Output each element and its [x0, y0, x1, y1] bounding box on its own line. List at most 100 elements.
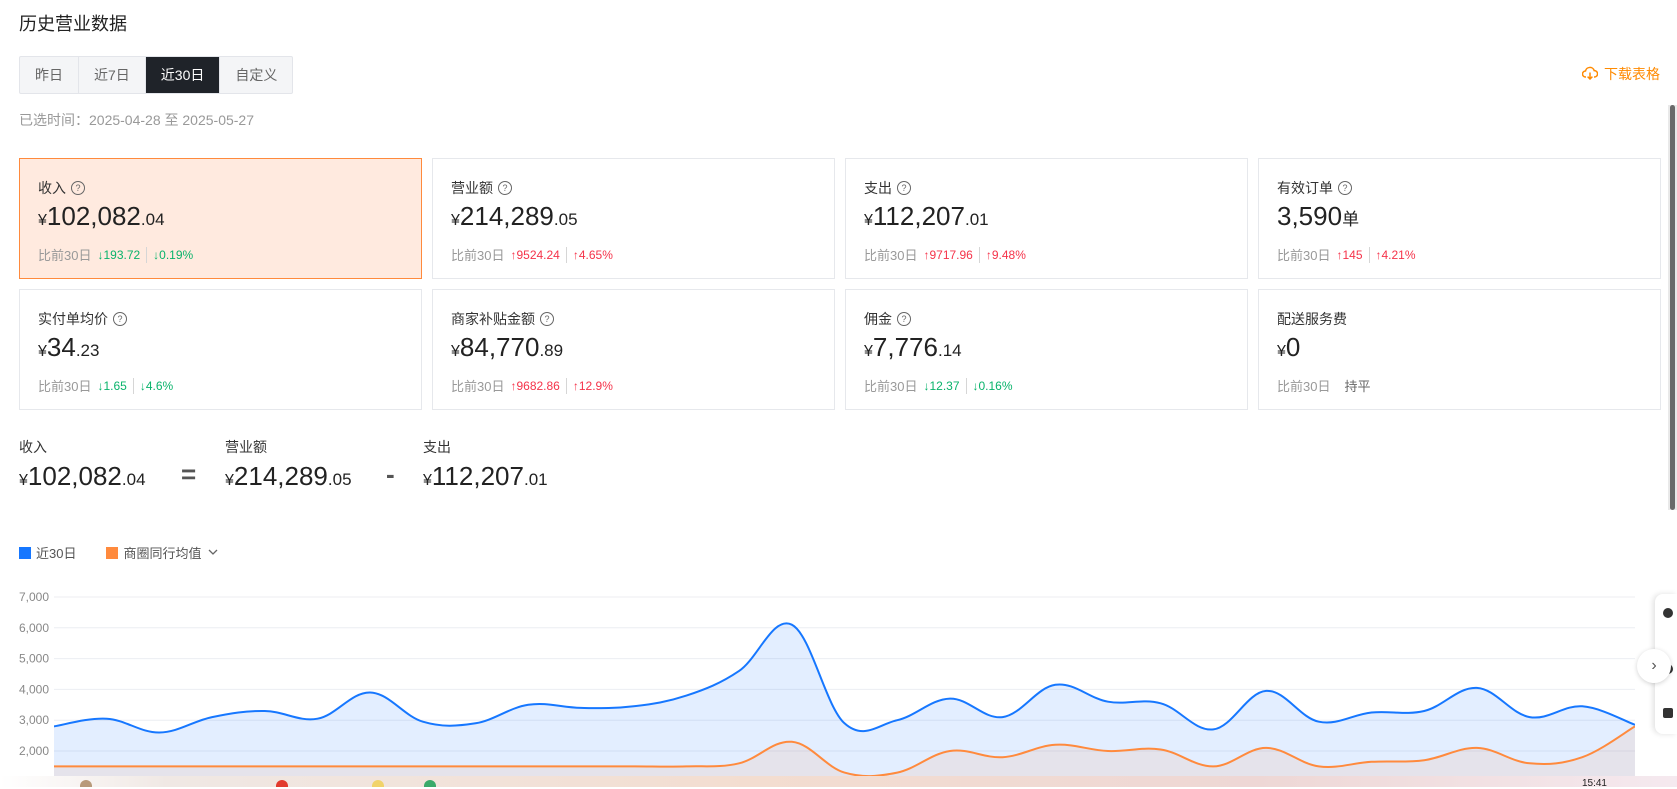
trend-chart: 7,000 6,000 5,000 4,000 3,000 2,000 [19, 590, 1635, 776]
formula-revenue-label: 营业额 [225, 439, 267, 455]
metric-label: 支出? [864, 178, 911, 198]
legend-item-last-30-days[interactable]: 近30日 [19, 543, 76, 562]
scrollbar[interactable] [1668, 105, 1677, 510]
tab-custom[interactable]: 自定义 [220, 57, 292, 93]
metric-card[interactable]: 有效订单? 3,590单 比前30日 ↑145 ↑4.21% [1258, 158, 1661, 279]
delta-percent: ↑4.65% [572, 247, 613, 262]
flat-status: 持平 [1344, 379, 1371, 394]
help-icon[interactable]: ? [897, 312, 911, 326]
compare-label: 比前30日 [864, 248, 918, 263]
formula-expense-value: ¥112,207.01 [423, 461, 548, 491]
help-icon[interactable]: ? [897, 181, 911, 195]
tab-last-30-days[interactable]: 近30日 [145, 57, 221, 93]
legend-swatch-blue [19, 546, 31, 559]
taskbar-app-icon[interactable] [372, 780, 384, 787]
compare-label: 比前30日 [1277, 379, 1331, 394]
tab-yesterday[interactable]: 昨日 [20, 57, 79, 93]
metric-card[interactable]: 商家补贴金额? ¥84,770.89 比前30日 ↑9682.86 ↑12.9% [432, 289, 835, 410]
divider [146, 246, 148, 263]
formula-income: 收入 ¥102,082.04 [19, 437, 146, 492]
income-formula: 收入 ¥102,082.04 = 营业额 ¥214,289.05 - 支出 ¥1… [19, 437, 719, 497]
y-tick-label: 3,000 [19, 713, 49, 727]
metric-card[interactable]: 营业额? ¥214,289.05 比前30日 ↑9524.24 ↑4.65% [432, 158, 835, 279]
taskbar-clock: 15:41 [1581, 778, 1607, 789]
divider [978, 246, 980, 263]
metric-label: 收入? [38, 178, 85, 198]
delta-absolute: ↑145 [1336, 247, 1363, 262]
compare-label: 比前30日 [38, 248, 92, 263]
chevron-right-icon[interactable]: › [1637, 649, 1671, 683]
help-icon[interactable]: ? [113, 312, 127, 326]
metric-comparison: 比前30日 ↓12.37 ↓0.16% [864, 376, 1013, 395]
metric-comparison: 比前30日 ↓193.72 ↓0.19% [38, 245, 193, 264]
metric-card[interactable]: 配送服务费 ¥0 比前30日 持平 [1258, 289, 1661, 410]
metric-card[interactable]: 佣金? ¥7,776.14 比前30日 ↓12.37 ↓0.16% [845, 289, 1248, 410]
grid-icon[interactable] [1663, 708, 1673, 718]
metric-card[interactable]: 支出? ¥112,207.01 比前30日 ↑9717.96 ↑9.48% [845, 158, 1248, 279]
help-icon[interactable]: ? [540, 312, 554, 326]
delta-percent: ↑4.21% [1375, 247, 1416, 262]
taskbar-app-icon[interactable] [424, 780, 436, 787]
minus-sign: - [386, 459, 395, 489]
series-last-30-days-area [54, 623, 1635, 776]
divider [965, 377, 967, 394]
scrollbar-thumb[interactable] [1670, 105, 1675, 510]
metric-card[interactable]: 收入? ¥102,082.04 比前30日 ↓193.72 ↓0.19% [19, 158, 422, 279]
tab-last-7-days[interactable]: 近7日 [79, 57, 146, 93]
metric-value: ¥7,776.14 [864, 332, 962, 362]
delta-absolute: ↓193.72 [97, 247, 141, 262]
cloud-download-icon [1581, 66, 1599, 83]
formula-income-value: ¥102,082.04 [19, 461, 146, 491]
delta-percent: ↓0.16% [972, 378, 1013, 393]
metric-value: ¥112,207.01 [864, 201, 989, 231]
delta-absolute: ↓12.37 [923, 378, 960, 393]
formula-revenue: 营业额 ¥214,289.05 [225, 437, 352, 492]
legend-item-peer-average[interactable]: 商圈同行均值 [106, 543, 218, 562]
metric-value: ¥34.23 [38, 332, 100, 362]
metric-label: 商家补贴金额? [451, 309, 554, 329]
metric-label: 营业额? [451, 178, 512, 198]
delta-percent: ↑9.48% [985, 247, 1026, 262]
metric-comparison: 比前30日 ↑9717.96 ↑9.48% [864, 245, 1026, 264]
delta-absolute: ↓1.65 [97, 378, 127, 393]
legend-label: 商圈同行均值 [123, 546, 202, 561]
y-tick-label: 5,000 [19, 652, 49, 666]
help-icon[interactable]: ? [498, 181, 512, 195]
download-label: 下载表格 [1604, 66, 1660, 82]
metric-comparison: 比前30日 ↑9682.86 ↑12.9% [451, 376, 613, 395]
delta-percent: ↓4.6% [139, 378, 174, 393]
help-icon[interactable]: ? [71, 181, 85, 195]
taskbar-app-icon[interactable] [80, 780, 92, 787]
metric-cards: 收入? ¥102,082.04 比前30日 ↓193.72 ↓0.19% 营业额? ¥214… [19, 158, 1661, 410]
y-tick-label: 7,000 [19, 590, 49, 604]
delta-percent: ↑12.9% [572, 378, 613, 393]
metric-comparison: 比前30日 ↓1.65 ↓4.6% [38, 376, 173, 395]
date-tabs: 昨日 近7日 近30日 自定义 [19, 56, 294, 94]
y-tick-label: 2,000 [19, 744, 49, 758]
delta-absolute: ↑9524.24 [510, 247, 560, 262]
metric-card[interactable]: 实付单均价? ¥34.23 比前30日 ↓1.65 ↓4.6% [19, 289, 422, 410]
compare-label: 比前30日 [1277, 248, 1331, 263]
page-title: 历史营业数据 [19, 14, 127, 34]
y-tick-label: 4,000 [19, 682, 49, 696]
metric-comparison: 比前30日 持平 [1277, 376, 1370, 395]
divider [132, 377, 134, 394]
metric-label: 佣金? [864, 309, 911, 329]
metric-label: 有效订单? [1277, 178, 1352, 198]
divider [1368, 246, 1370, 263]
delta-percent: ↓0.19% [153, 247, 194, 262]
y-tick-label: 6,000 [19, 621, 49, 635]
metric-comparison: 比前30日 ↑9524.24 ↑4.65% [451, 245, 613, 264]
chevron-down-icon[interactable] [208, 547, 218, 559]
chart-legend: 近30日 商圈同行均值 [19, 543, 218, 562]
compare-label: 比前30日 [864, 379, 918, 394]
taskbar-app-icon[interactable] [276, 780, 288, 787]
taskbar: 15:41 [0, 776, 1677, 789]
headset-icon[interactable] [1663, 608, 1673, 618]
download-table-button[interactable]: 下载表格 [1581, 64, 1660, 84]
delta-absolute: ↑9717.96 [923, 247, 973, 262]
help-icon[interactable]: ? [1338, 181, 1352, 195]
metric-value: ¥0 [1277, 332, 1301, 362]
formula-expense: 支出 ¥112,207.01 [423, 437, 548, 492]
delta-absolute: ↑9682.86 [510, 378, 560, 393]
